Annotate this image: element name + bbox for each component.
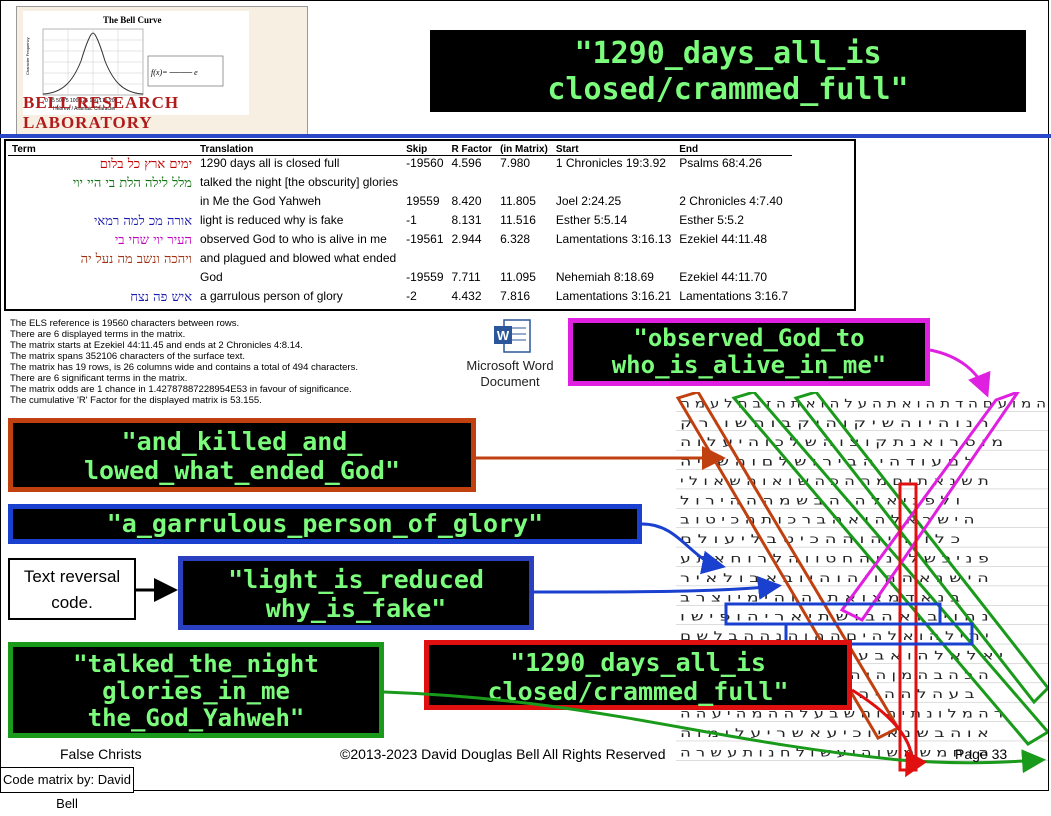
footer-copyright: ©2013-2023 David Douglas Bell All Rights… — [340, 746, 666, 762]
arrows-overlay — [136, 348, 1046, 778]
arrow-garrulous — [641, 522, 726, 575]
arrow-observed — [929, 348, 991, 398]
footer-page-number: Page 33 — [955, 746, 1008, 762]
arrow-light — [533, 575, 782, 600]
footer-credit: Code matrix by: David Bell — [0, 767, 134, 811]
footer-series-title: False Christs — [60, 746, 142, 762]
